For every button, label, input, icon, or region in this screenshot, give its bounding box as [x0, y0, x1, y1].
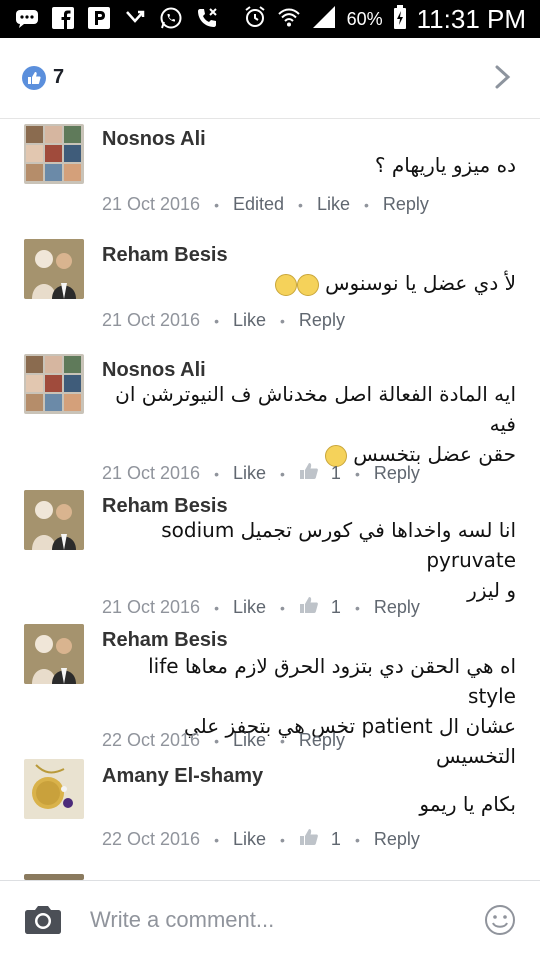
comment-list[interactable]: Nosnos Ali ده ميزو ياريهام ؟ 21 Oct 2016…: [0, 118, 540, 880]
reply-button[interactable]: Reply: [374, 463, 420, 484]
like-button[interactable]: Like: [317, 194, 350, 215]
comment-date: 21 Oct 2016: [102, 597, 201, 617]
comment-text: لأ دي عضل يا نوسنوس: [102, 268, 516, 298]
facebook-icon: [50, 6, 76, 30]
chevron-right-icon[interactable]: [494, 64, 512, 95]
comment-text: انا لسه واخداها في كورس تجميل sodium pyr…: [161, 518, 516, 602]
reply-button[interactable]: Reply: [299, 730, 345, 751]
avatar[interactable]: [24, 354, 84, 414]
avatar[interactable]: [24, 239, 84, 299]
comment-meta: 21 Oct 2016 • Edited • Like • Reply: [102, 194, 429, 215]
whatsapp-icon: [158, 6, 184, 30]
emoji-icon[interactable]: [484, 904, 516, 941]
avatar[interactable]: [24, 124, 84, 184]
comment-like-count: 1: [330, 463, 341, 483]
comment-text: بكام يا ريمو: [419, 792, 516, 816]
comment-date: 21 Oct 2016: [102, 463, 201, 483]
comment-like-count: 1: [330, 829, 341, 849]
comment-text: ايه المادة الفعالة اصل مخدناش ف النيوترش…: [115, 382, 516, 467]
system-icons: 60% 11:31 PM: [243, 4, 526, 35]
like-button[interactable]: Like: [233, 463, 266, 484]
thumbs-up-icon: [299, 596, 319, 619]
comment-like-count: 1: [330, 597, 341, 617]
reply-button[interactable]: Reply: [374, 829, 420, 850]
like-button[interactable]: Like: [233, 829, 266, 850]
likes-header[interactable]: 7: [0, 38, 540, 119]
comment-date: 21 Oct 2016: [102, 194, 201, 214]
comment-meta: 21 Oct 2016 • Like • Reply: [102, 310, 345, 331]
comment-date: 22 Oct 2016: [102, 730, 201, 750]
smile-emoji-icon: [274, 273, 297, 296]
reply-button[interactable]: Reply: [374, 597, 420, 618]
like-button[interactable]: Like: [233, 730, 266, 751]
avatar[interactable]: [24, 759, 84, 819]
comment-text: اه هي الحقن دي بتزود الحرق لازم معاها li…: [148, 654, 516, 768]
comment-meta: 21 Oct 2016 • Like • 1 • Reply: [102, 462, 420, 485]
reply-button[interactable]: Reply: [383, 194, 429, 215]
avatar[interactable]: [24, 624, 84, 684]
comment-text: ده ميزو ياريهام ؟: [374, 153, 516, 177]
status-bar: 60% 11:31 PM: [0, 0, 540, 38]
clock: 11:31 PM: [416, 4, 526, 34]
comment-meta: 22 Oct 2016 • Like • 1 • Reply: [102, 828, 420, 851]
thumbs-up-icon: [299, 828, 319, 851]
phone-icon: [194, 6, 220, 30]
comment-author[interactable]: Nosnos Ali: [102, 128, 206, 151]
message-icon: [14, 6, 40, 30]
wifi-icon: [277, 6, 301, 33]
comment-author[interactable]: Amany El-shamy: [102, 765, 263, 788]
signal-icon: [311, 6, 337, 33]
comment-author[interactable]: Reham Besis: [102, 244, 228, 267]
camera-icon[interactable]: [24, 903, 62, 940]
edited-label[interactable]: Edited: [233, 194, 284, 215]
alarm-icon: [243, 5, 267, 34]
like-button[interactable]: Like: [233, 310, 266, 331]
battery-icon: [393, 5, 407, 34]
avatar[interactable]: [24, 490, 84, 550]
missed-call-icon: [122, 6, 148, 30]
like-reaction-icon: [22, 66, 46, 90]
comment-composer: Write a comment...: [0, 880, 540, 961]
comment-date: 21 Oct 2016: [102, 310, 201, 330]
comment-author[interactable]: Reham Besis: [102, 629, 228, 652]
like-button[interactable]: Like: [233, 597, 266, 618]
comment-meta: 22 Oct 2016 • Like • Reply: [102, 730, 345, 751]
battery-percent: 60%: [346, 9, 383, 29]
p-icon: [86, 6, 112, 30]
reply-button[interactable]: Reply: [299, 310, 345, 331]
comment-meta: 21 Oct 2016 • Like • 1 • Reply: [102, 596, 420, 619]
thumbs-up-icon: [299, 462, 319, 485]
like-count: 7: [53, 66, 65, 88]
comment-input[interactable]: Write a comment...: [90, 907, 274, 933]
comment-date: 22 Oct 2016: [102, 829, 201, 849]
smile-emoji-icon: [296, 273, 319, 296]
notification-icons: [14, 6, 220, 30]
